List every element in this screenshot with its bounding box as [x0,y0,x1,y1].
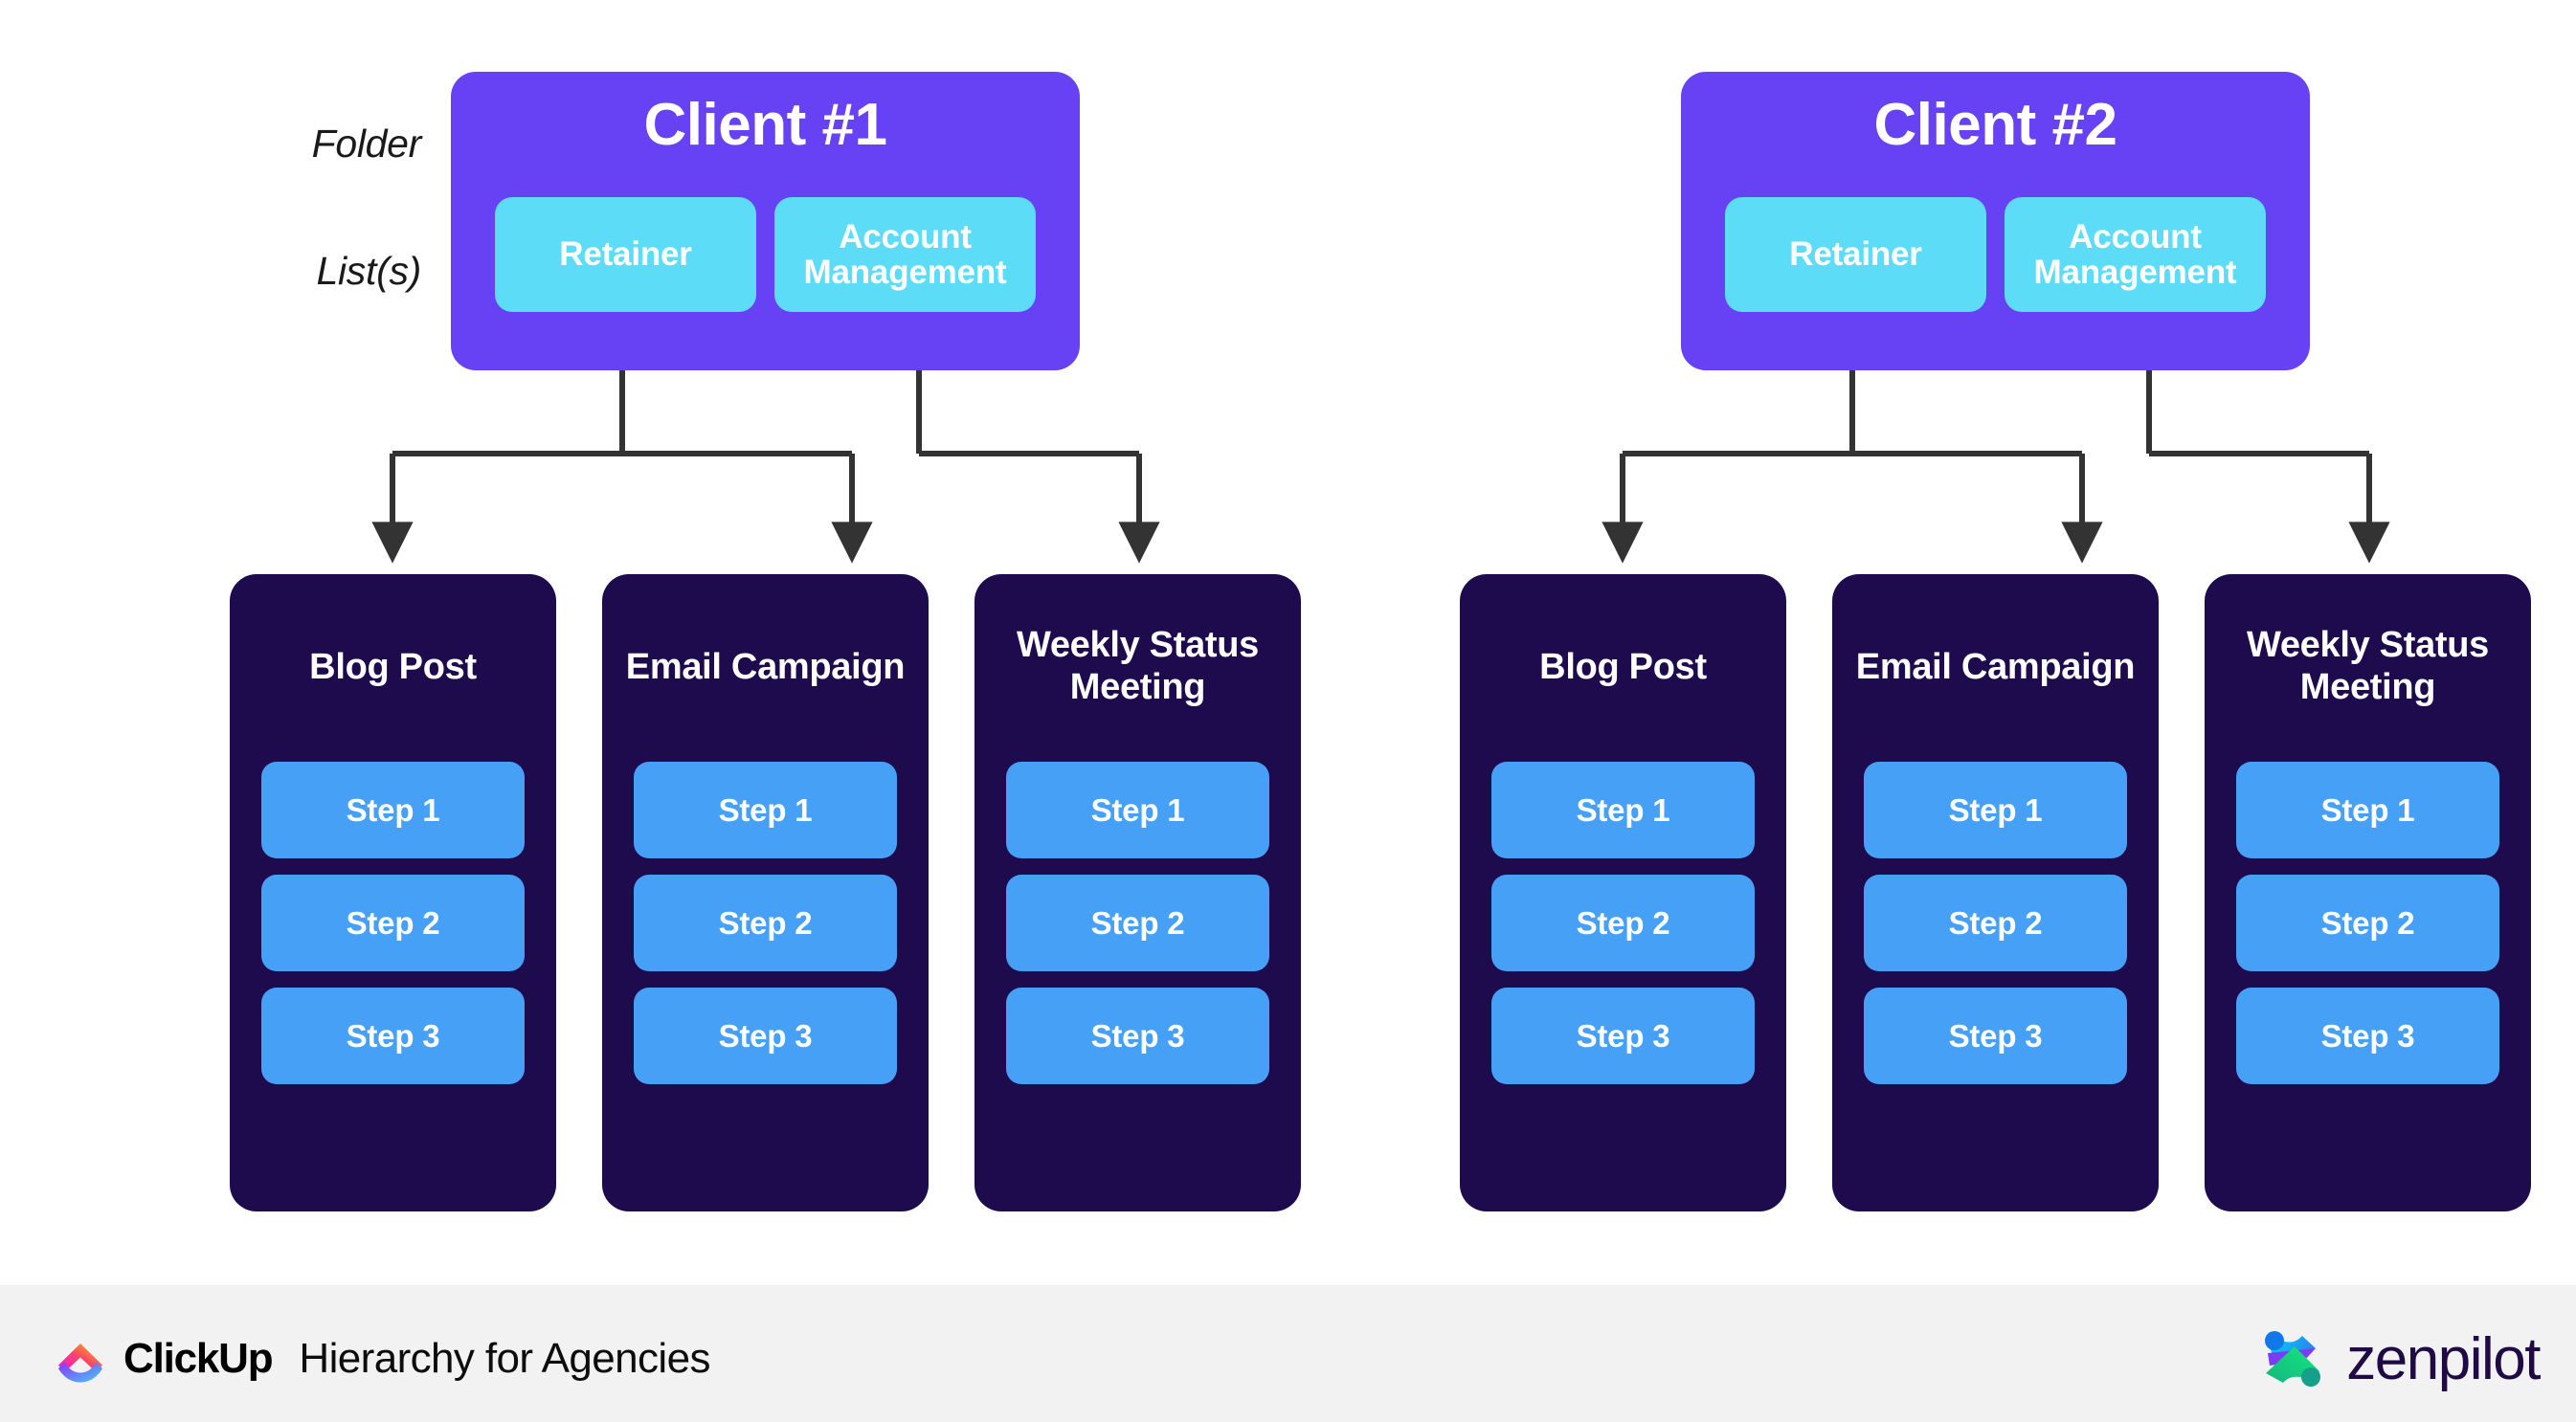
row-label-folder: Folder [311,122,422,166]
task-card-client-1-blog-post[interactable]: Blog Post Step 1 Step 2 Step 3 [230,574,556,1211]
list-row-client-1: Retainer Account Management [451,197,1080,312]
clickup-wordmark: ClickUp [123,1335,274,1382]
subtask-stack: Step 1 Step 2 Step 3 [634,762,897,1084]
subtask-stack: Step 1 Step 2 Step 3 [1006,762,1269,1084]
subtask-box[interactable]: Step 2 [2236,875,2499,971]
subtask-stack: Step 1 Step 2 Step 3 [1491,762,1755,1084]
row-label-lists: List(s) [316,249,421,293]
task-card-client-1-weekly-status-meeting[interactable]: Weekly Status Meeting Step 1 Step 2 Step… [974,574,1301,1211]
folder-client-1[interactable]: Client #1 Retainer Account Management [451,72,1080,370]
zenpilot-logo-icon [2265,1331,2321,1387]
footer-caption: Hierarchy for Agencies [299,1335,710,1382]
list-box-client-1-retainer[interactable]: Retainer [495,197,756,312]
list-box-client-2-account-management[interactable]: Account Management [2005,197,2266,312]
subtask-box[interactable]: Step 2 [1006,875,1269,971]
folder-title-client-1: Client #1 [643,92,887,158]
subtask-box[interactable]: Step 3 [1006,988,1269,1084]
task-card-client-2-blog-post[interactable]: Blog Post Step 1 Step 2 Step 3 [1460,574,1786,1211]
task-title: Weekly Status Meeting [2246,625,2490,708]
diagram-canvas: Folder List(s) Parent Task Subtasks Clie… [0,0,2576,1422]
subtask-box[interactable]: Step 2 [261,875,525,971]
subtask-box[interactable]: Step 1 [2236,762,2499,858]
task-title: Weekly Status Meeting [1016,625,1260,708]
subtask-stack: Step 1 Step 2 Step 3 [2236,762,2499,1084]
subtask-box[interactable]: Step 2 [1491,875,1755,971]
footer-bar: ClickUp Hierarchy for Agencies zenpilot [0,1285,2576,1422]
task-card-client-2-weekly-status-meeting[interactable]: Weekly Status Meeting Step 1 Step 2 Step… [2205,574,2531,1211]
list-box-client-1-account-management[interactable]: Account Management [774,197,1036,312]
subtask-box[interactable]: Step 1 [1006,762,1269,858]
list-row-client-2: Retainer Account Management [1681,197,2310,312]
zenpilot-wordmark: zenpilot [2346,1325,2541,1392]
subtask-box[interactable]: Step 3 [1491,988,1755,1084]
subtask-box[interactable]: Step 3 [261,988,525,1084]
subtask-stack: Step 1 Step 2 Step 3 [1864,762,2127,1084]
subtask-box[interactable]: Step 1 [1864,762,2127,858]
subtask-box[interactable]: Step 2 [634,875,897,971]
task-card-client-1-email-campaign[interactable]: Email Campaign Step 1 Step 2 Step 3 [602,574,929,1211]
subtask-box[interactable]: Step 2 [1864,875,2127,971]
task-title: Email Campaign [625,647,906,687]
subtask-box[interactable]: Step 1 [1491,762,1755,858]
task-title: Blog Post [309,647,477,687]
footer-branding-right: zenpilot [2256,1322,2541,1396]
task-title: Blog Post [1539,647,1707,687]
subtask-stack: Step 1 Step 2 Step 3 [261,762,525,1084]
list-box-client-2-retainer[interactable]: Retainer [1725,197,1986,312]
folder-client-2[interactable]: Client #2 Retainer Account Management [1681,72,2310,370]
subtask-box[interactable]: Step 1 [634,762,897,858]
footer-branding-left: ClickUp Hierarchy for Agencies [55,1333,710,1385]
folder-title-client-2: Client #2 [1873,92,2117,158]
task-card-client-2-email-campaign[interactable]: Email Campaign Step 1 Step 2 Step 3 [1832,574,2159,1211]
subtask-box[interactable]: Step 1 [261,762,525,858]
task-title: Email Campaign [1855,647,2136,687]
subtask-box[interactable]: Step 3 [1864,988,2127,1084]
clickup-logo-icon [58,1344,102,1383]
subtask-box[interactable]: Step 3 [2236,988,2499,1084]
subtask-box[interactable]: Step 3 [634,988,897,1084]
